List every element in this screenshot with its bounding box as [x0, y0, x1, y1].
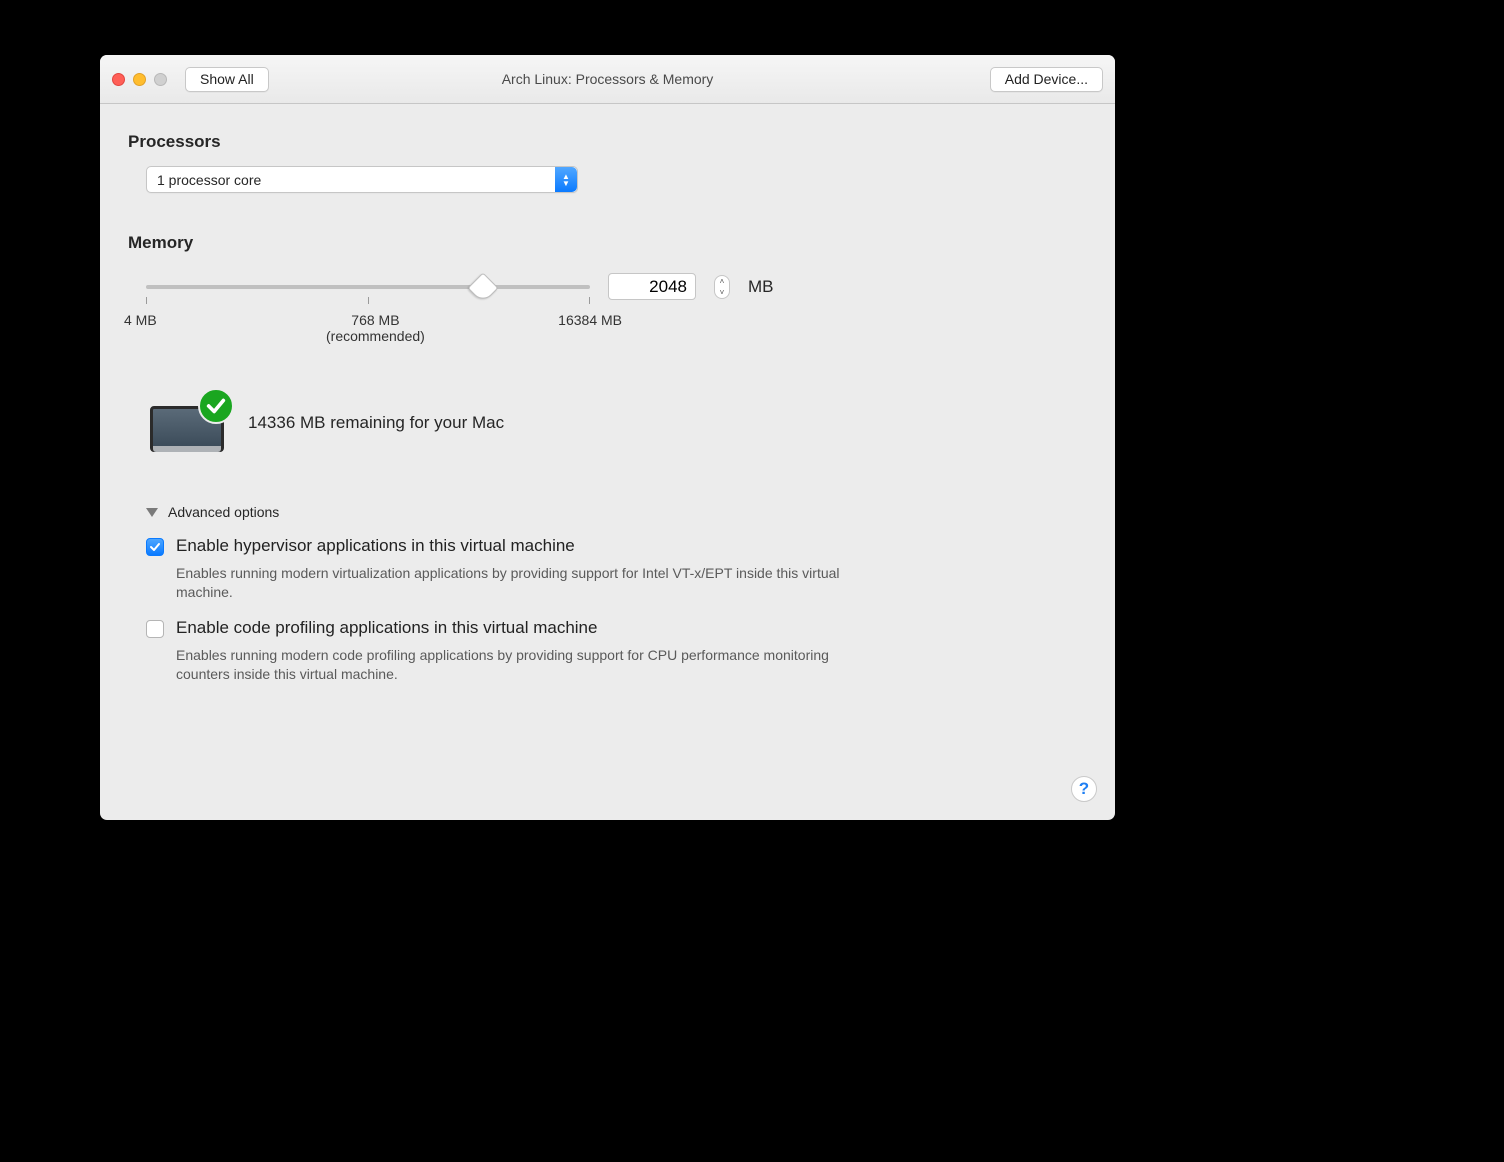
traffic-lights: [112, 73, 167, 86]
disclosure-triangle-icon: [146, 508, 158, 517]
hypervisor-checkbox[interactable]: [146, 538, 164, 556]
select-arrows-icon: ▲▼: [555, 167, 577, 192]
processor-cores-select[interactable]: 1 processor core ▲▼: [146, 166, 578, 193]
profiling-description: Enables running modern code profiling ap…: [176, 646, 866, 684]
memory-unit-label: MB: [748, 277, 774, 297]
advanced-options-disclosure[interactable]: Advanced options: [146, 504, 1087, 520]
zoom-button: [154, 73, 167, 86]
memory-max-label: 16384 MB: [558, 312, 622, 328]
slider-ticks: [146, 297, 590, 307]
memory-recommended-label: 768 MB (recommended): [326, 312, 425, 344]
help-button[interactable]: ?: [1071, 776, 1097, 802]
content: Processors 1 processor core ▲▼ Memory: [100, 104, 1115, 704]
titlebar: Show All Arch Linux: Processors & Memory…: [100, 55, 1115, 104]
slider-labels: 4 MB 768 MB (recommended) 16384 MB: [146, 312, 590, 354]
hypervisor-label: Enable hypervisor applications in this v…: [176, 536, 866, 556]
memory-remaining-row: 14336 MB remaining for your Mac: [146, 392, 1087, 454]
slider-track: [146, 285, 590, 289]
check-icon: [198, 388, 234, 424]
processors-heading: Processors: [128, 132, 1087, 152]
profiling-checkbox[interactable]: [146, 620, 164, 638]
hypervisor-description: Enables running modern virtualization ap…: [176, 564, 866, 602]
add-device-button[interactable]: Add Device...: [990, 67, 1103, 92]
memory-min-label: 4 MB: [124, 312, 157, 328]
close-button[interactable]: [112, 73, 125, 86]
profiling-label: Enable code profiling applications in th…: [176, 618, 866, 638]
processor-cores-value: 1 processor core: [147, 172, 555, 188]
memory-slider[interactable]: [146, 275, 590, 299]
show-all-button[interactable]: Show All: [185, 67, 269, 92]
minimize-button[interactable]: [133, 73, 146, 86]
memory-heading: Memory: [128, 233, 1087, 253]
mac-icon: [146, 392, 228, 454]
settings-window: Show All Arch Linux: Processors & Memory…: [100, 55, 1115, 820]
memory-remaining-label: 14336 MB remaining for your Mac: [248, 413, 504, 433]
memory-input[interactable]: [608, 273, 696, 300]
stepper-up-icon: ˄: [720, 276, 725, 287]
advanced-options-label: Advanced options: [168, 504, 279, 520]
memory-stepper[interactable]: ˄ ˅: [714, 275, 730, 299]
stepper-down-icon: ˅: [720, 287, 725, 298]
